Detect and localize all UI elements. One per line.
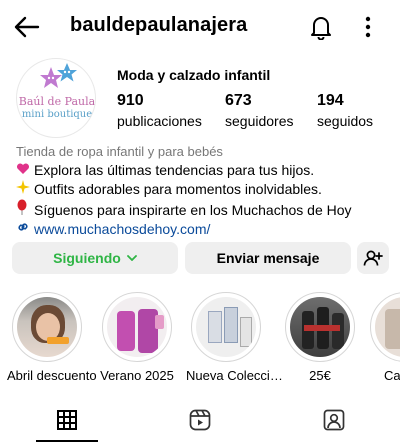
logo-text-subtitle: mini boutique bbox=[21, 109, 93, 120]
highlight-label: Verano 2025 bbox=[100, 368, 174, 383]
highlight-cover-image bbox=[17, 297, 77, 357]
bio-category: Tienda de ropa infantil y para bebés bbox=[16, 144, 223, 159]
stat-followers-value: 673 bbox=[225, 92, 252, 109]
highlight-label: Nueva Colecci… bbox=[186, 368, 283, 383]
chevron-down-icon bbox=[126, 255, 137, 261]
grid-icon bbox=[56, 410, 77, 430]
balloon-icon bbox=[16, 199, 34, 220]
top-bar: bauldepaulanajera bbox=[0, 0, 400, 54]
add-user-icon bbox=[363, 249, 383, 267]
add-user-button[interactable] bbox=[357, 242, 389, 274]
tab-reels[interactable] bbox=[133, 398, 266, 442]
highlight-ring bbox=[370, 292, 400, 362]
stat-followers[interactable]: 673 seguidores bbox=[225, 92, 294, 129]
profile-username: bauldepaulanajera bbox=[70, 14, 248, 36]
highlight-cover-image bbox=[196, 297, 256, 357]
highlight-item[interactable]: Abril descuento bbox=[7, 292, 97, 383]
profile-display-name: Moda y calzado infantil bbox=[117, 67, 271, 83]
stat-following-label: seguidos bbox=[317, 113, 374, 129]
highlight-label: Abril descuento bbox=[7, 368, 97, 383]
bio-line-text: Explora las últimas tendencias para tus … bbox=[34, 162, 315, 178]
stat-following-value: 194 bbox=[317, 92, 344, 109]
send-message-button[interactable]: Enviar mensaje bbox=[185, 242, 351, 274]
highlight-label: 25€ bbox=[309, 368, 331, 383]
sparkle-icon bbox=[16, 180, 34, 199]
highlight-ring bbox=[12, 292, 82, 362]
stat-posts[interactable]: 910 publicaciones bbox=[117, 92, 202, 129]
reels-icon bbox=[189, 409, 211, 431]
highlight-item[interactable]: Ca bbox=[362, 292, 400, 383]
bio-link-text[interactable]: www.muchachosdehoy.com/ bbox=[34, 221, 210, 237]
highlight-item[interactable]: Verano 2025 bbox=[97, 292, 177, 383]
highlight-cover-image bbox=[107, 297, 167, 357]
logo-stars-icon bbox=[40, 63, 77, 88]
tab-grid[interactable] bbox=[0, 398, 133, 442]
bio-line-text: Síguenos para inspirarte en los Muchacho… bbox=[34, 202, 352, 218]
tab-tagged[interactable] bbox=[267, 398, 400, 442]
following-button[interactable]: Siguiendo bbox=[12, 242, 178, 274]
highlight-item[interactable]: 25€ bbox=[280, 292, 360, 383]
stat-posts-value: 910 bbox=[117, 92, 144, 109]
logo-text-brand: Baúl de Paula bbox=[18, 95, 96, 108]
more-options-icon[interactable] bbox=[356, 12, 380, 42]
stat-following[interactable]: 194 seguidos bbox=[317, 92, 373, 129]
link-icon bbox=[16, 220, 34, 239]
stat-followers-label: seguidores bbox=[225, 113, 294, 129]
highlight-cover-image bbox=[290, 297, 350, 357]
tagged-person-icon bbox=[323, 409, 345, 431]
highlight-ring bbox=[102, 292, 172, 362]
highlight-ring bbox=[285, 292, 355, 362]
bio-line: Outfits adorables para momentos inolvida… bbox=[16, 180, 394, 199]
following-label: Siguiendo bbox=[53, 250, 121, 266]
bio-line: Síguenos para inspirarte en los Muchacho… bbox=[16, 199, 394, 220]
highlight-label: Ca bbox=[384, 368, 400, 383]
bio-line: Explora las últimas tendencias para tus … bbox=[16, 161, 394, 180]
highlight-ring bbox=[191, 292, 261, 362]
notification-bell-icon[interactable] bbox=[306, 12, 336, 42]
bio-link[interactable]: www.muchachosdehoy.com/ bbox=[16, 220, 394, 239]
profile-tabs bbox=[0, 398, 400, 442]
bio-line-text: Outfits adorables para momentos inolvida… bbox=[34, 181, 322, 197]
profile-bio: Tienda de ropa infantil y para bebés Exp… bbox=[16, 142, 394, 239]
highlight-cover-image bbox=[375, 297, 400, 357]
highlight-item[interactable]: Nueva Colecci… bbox=[186, 292, 283, 383]
heart-icon bbox=[16, 161, 34, 180]
send-message-label: Enviar mensaje bbox=[216, 250, 320, 266]
back-arrow-icon[interactable] bbox=[12, 12, 42, 42]
avatar[interactable]: Baúl de Paula mini boutique bbox=[16, 58, 96, 138]
stat-posts-label: publicaciones bbox=[117, 113, 202, 129]
